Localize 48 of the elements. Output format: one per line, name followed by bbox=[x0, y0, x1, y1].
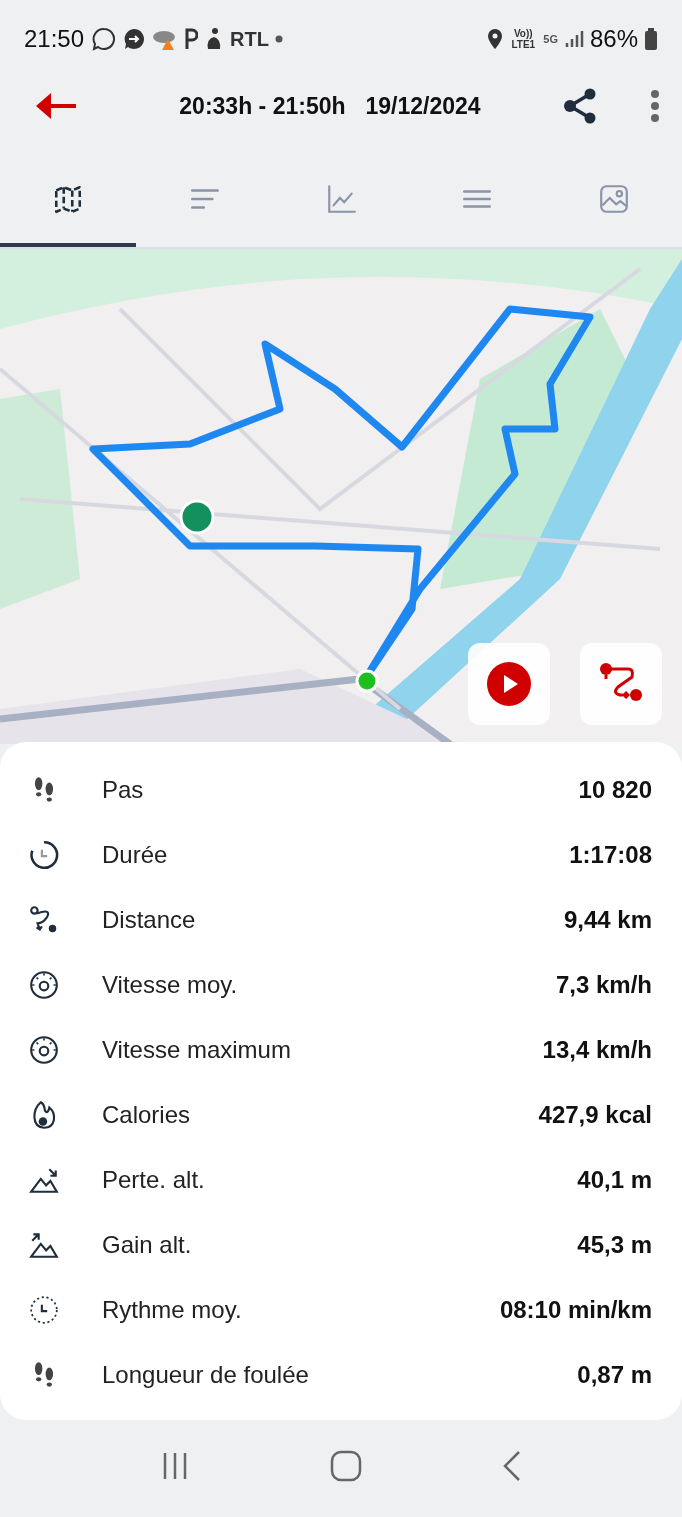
chat-icon bbox=[92, 27, 117, 51]
data-label: 5G bbox=[543, 33, 558, 45]
stat-value: 0,87 m bbox=[577, 1360, 652, 1389]
image-icon bbox=[597, 182, 630, 215]
more-icon bbox=[650, 89, 660, 123]
date: 19/12/2024 bbox=[365, 92, 481, 120]
parking-icon bbox=[184, 27, 199, 51]
dotted-clock-icon bbox=[28, 1293, 60, 1326]
stat-value: 40,1 m bbox=[577, 1165, 652, 1194]
clock: 21:50 bbox=[24, 25, 85, 53]
speedometer-icon bbox=[28, 968, 60, 1001]
stat-label: Distance bbox=[102, 905, 197, 934]
play-button[interactable] bbox=[468, 643, 550, 725]
signal-icon bbox=[563, 29, 584, 49]
speedometer-icon bbox=[28, 1033, 60, 1066]
back-icon bbox=[502, 1450, 522, 1482]
stat-value: 45,3 m bbox=[577, 1230, 652, 1259]
stat-label: Calories bbox=[102, 1100, 192, 1129]
stat-label: Vitesse moy. bbox=[102, 970, 239, 999]
home-icon bbox=[330, 1450, 362, 1482]
stat-label: Longueur de foulée bbox=[102, 1360, 310, 1389]
location-icon bbox=[487, 28, 504, 50]
stat-value: 9,44 km bbox=[563, 905, 652, 934]
stat-label: Pas bbox=[102, 775, 145, 804]
share-icon bbox=[562, 87, 598, 125]
time-range: 20:33h - 21:50h bbox=[179, 92, 346, 120]
network-label: Vo)) LTE1 bbox=[510, 28, 537, 50]
back-arrow-icon bbox=[36, 92, 78, 120]
stat-label: Durée bbox=[102, 840, 169, 869]
stat-label: Vitesse maximum bbox=[102, 1035, 292, 1064]
message-icon bbox=[122, 27, 147, 51]
app-label: RTL bbox=[230, 27, 269, 51]
stat-value: 13,4 km/h bbox=[542, 1035, 652, 1064]
battery-icon bbox=[644, 27, 658, 51]
stat-value: 1:17:08 bbox=[569, 840, 652, 869]
dot-icon bbox=[274, 35, 283, 43]
stat-label: Rythme moy. bbox=[102, 1295, 243, 1324]
battery-percentage: 86% bbox=[589, 25, 638, 53]
stat-value: 08:10 min/km bbox=[499, 1295, 652, 1324]
route-button[interactable] bbox=[580, 643, 662, 725]
play-icon bbox=[485, 660, 533, 708]
stat-value: 10 820 bbox=[578, 775, 652, 804]
stat-label: Gain alt. bbox=[102, 1230, 193, 1259]
stat-value: 427,9 kcal bbox=[538, 1100, 652, 1129]
clock-icon bbox=[28, 838, 60, 871]
stat-label: Perte. alt. bbox=[102, 1165, 206, 1194]
stat-value: 7,3 km/h bbox=[555, 970, 652, 999]
line-chart-icon bbox=[325, 182, 357, 215]
